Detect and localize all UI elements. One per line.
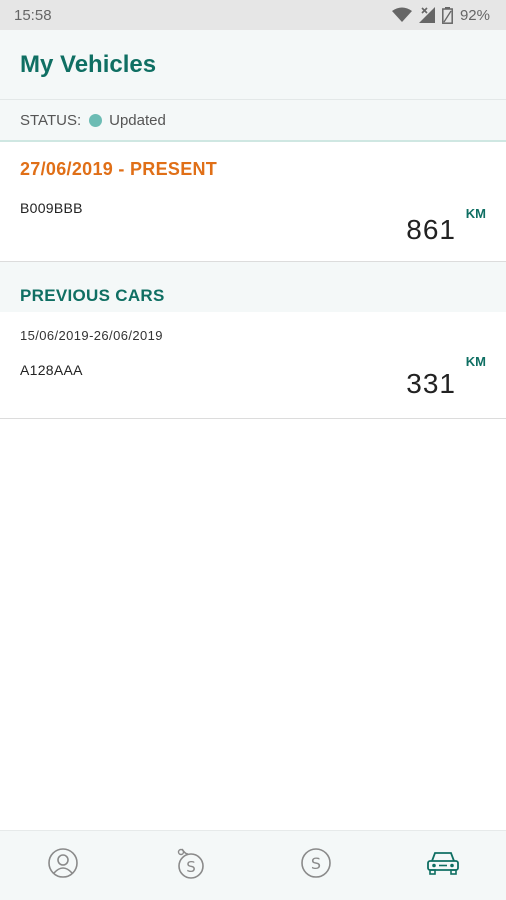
previous-vehicle-card[interactable]: 15/06/2019-26/06/2019 A128AAA 331 KM bbox=[0, 312, 506, 419]
nav-vehicles[interactable] bbox=[413, 836, 473, 896]
app-header: My Vehicles bbox=[0, 30, 506, 100]
nav-savings[interactable]: S bbox=[160, 836, 220, 896]
status-value: Updated bbox=[109, 111, 166, 129]
previous-cars-title: PREVIOUS CARS bbox=[20, 286, 165, 305]
money-icon: S bbox=[300, 847, 332, 884]
svg-text:S: S bbox=[311, 854, 321, 873]
signal-icon bbox=[418, 7, 435, 23]
previous-vehicle-distance: 331 bbox=[406, 368, 456, 399]
status-bar: 15:58 92% bbox=[0, 0, 506, 30]
sync-status-row: STATUS: Updated bbox=[0, 100, 506, 142]
bottom-navigation: S S bbox=[0, 830, 506, 900]
current-vehicle-plate: B009BBB bbox=[20, 200, 83, 216]
car-icon bbox=[426, 849, 460, 882]
previous-vehicle-plate: A128AAA bbox=[20, 362, 83, 378]
nav-profile[interactable] bbox=[33, 836, 93, 896]
status-dot-icon bbox=[89, 113, 103, 127]
status-icons: 92% bbox=[391, 6, 490, 24]
previous-cars-header: PREVIOUS CARS bbox=[0, 262, 506, 312]
current-vehicle-card[interactable]: 27/06/2019 - PRESENT B009BBB 861 KM bbox=[0, 144, 506, 262]
wifi-icon bbox=[391, 7, 412, 23]
battery-icon bbox=[442, 6, 453, 24]
savings-icon: S bbox=[174, 846, 206, 885]
previous-vehicle-unit: KM bbox=[465, 354, 486, 369]
nav-money[interactable]: S bbox=[286, 836, 346, 896]
profile-icon bbox=[47, 847, 79, 884]
battery-percent: 92% bbox=[459, 6, 490, 24]
svg-text:S: S bbox=[186, 858, 196, 876]
status-label: STATUS: bbox=[20, 111, 82, 129]
current-vehicle-unit: KM bbox=[465, 206, 486, 221]
current-vehicle-distance: 861 bbox=[406, 214, 456, 245]
page-title: My Vehicles bbox=[20, 50, 157, 78]
current-vehicle-period: 27/06/2019 - PRESENT bbox=[20, 159, 218, 179]
previous-vehicle-period: 15/06/2019-26/06/2019 bbox=[20, 328, 163, 343]
status-time: 15:58 bbox=[14, 6, 52, 24]
